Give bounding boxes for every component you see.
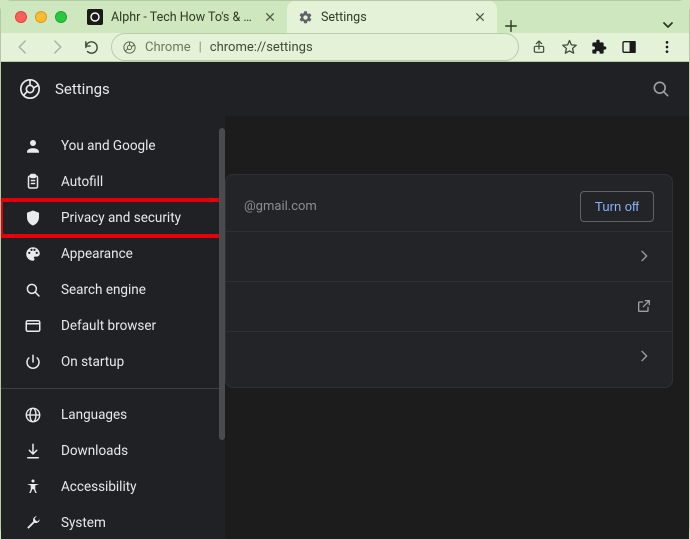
chevron-right-icon [636,248,654,266]
sidebar-item-label: Languages [61,407,127,423]
back-button[interactable] [9,33,37,61]
sidebar-item-system[interactable]: System [1,505,225,539]
page-title: Settings [55,80,110,98]
window-titlebar: Alphr - Tech How To's & Guides Settings [1,1,689,33]
search-settings-button[interactable] [651,79,671,99]
sidebar-item-label: Search engine [61,282,146,298]
sync-email: @gmail.com [244,199,317,214]
sidebar-item-downloads[interactable]: Downloads [1,433,225,469]
chrome-logo-icon [19,78,41,100]
sidebar-item-you-and-google[interactable]: You and Google [1,128,225,164]
sidebar-item-label: Accessibility [61,479,137,495]
settings-row[interactable] [226,331,672,381]
browser-window-icon [23,316,43,336]
sidebar-item-accessibility[interactable]: Accessibility [1,469,225,505]
sidebar-item-label: Default browser [61,318,156,334]
sidebar-item-appearance[interactable]: Appearance [1,236,225,272]
tab-overflow-button[interactable] [657,17,689,33]
sidebar-item-languages[interactable]: Languages [1,397,225,433]
person-icon [23,136,43,156]
globe-icon [23,405,43,425]
alphr-favicon-icon [87,9,103,25]
sync-row: @gmail.com Turn off [226,181,672,231]
power-icon [23,352,43,372]
chrome-icon [122,40,137,55]
sidebar-item-label: Appearance [61,246,133,262]
settings-card: @gmail.com Turn off [225,174,673,388]
page-content: Settings You and Google Autofill Privacy… [1,62,689,539]
open-external-icon [636,298,654,316]
minimize-window-button[interactable] [35,11,47,23]
download-icon [23,441,43,461]
settings-row[interactable] [226,281,672,331]
share-button[interactable] [525,33,553,61]
sidebar-item-label: System [61,515,106,531]
sidebar-item-label: Privacy and security [61,210,181,226]
close-tab-icon[interactable] [263,10,277,24]
close-tab-icon[interactable] [473,10,487,24]
maximize-window-button[interactable] [55,11,67,23]
tab-strip: Alphr - Tech How To's & Guides Settings [77,1,689,33]
sidebar-item-label: Autofill [61,174,103,190]
side-panel-button[interactable] [615,33,643,61]
tab-label: Alphr - Tech How To's & Guides [111,10,255,25]
settings-main: @gmail.com Turn off [225,62,689,539]
search-icon [23,280,43,300]
tab-alphr[interactable]: Alphr - Tech How To's & Guides [77,1,287,33]
bookmark-button[interactable] [555,33,583,61]
sidebar-item-on-startup[interactable]: On startup [1,344,225,380]
gear-icon [297,9,313,25]
url-scheme: Chrome [145,40,191,55]
tab-label: Settings [321,10,465,25]
close-window-button[interactable] [15,11,27,23]
forward-button[interactable] [43,33,71,61]
settings-sidebar: You and Google Autofill Privacy and secu… [1,62,225,539]
settings-header: Settings [1,62,689,116]
extensions-button[interactable] [585,33,613,61]
sidebar-item-search-engine[interactable]: Search engine [1,272,225,308]
tab-settings[interactable]: Settings [287,1,497,33]
turn-off-button[interactable]: Turn off [580,191,654,222]
reload-button[interactable] [77,33,105,61]
palette-icon [23,244,43,264]
clipboard-icon [23,172,43,192]
shield-icon [23,208,43,228]
sidebar-separator [1,388,225,389]
wrench-icon [23,513,43,533]
url-separator: | [199,40,202,55]
traffic-lights [11,1,77,33]
new-tab-button[interactable] [497,19,525,33]
sidebar-item-autofill[interactable]: Autofill [1,164,225,200]
sidebar-item-privacy-and-security[interactable]: Privacy and security [1,200,225,236]
sidebar-item-default-browser[interactable]: Default browser [1,308,225,344]
browser-toolbar: Chrome | chrome://settings [1,33,689,62]
sidebar-item-label: You and Google [61,138,156,154]
address-bar[interactable]: Chrome | chrome://settings [111,33,519,61]
sidebar-item-label: Downloads [61,443,128,459]
browser-menu-button[interactable] [653,33,681,61]
accessibility-icon [23,477,43,497]
chevron-right-icon [636,348,654,366]
url-text: chrome://settings [210,40,313,55]
settings-row[interactable] [226,231,672,281]
sidebar-item-label: On startup [61,354,124,370]
